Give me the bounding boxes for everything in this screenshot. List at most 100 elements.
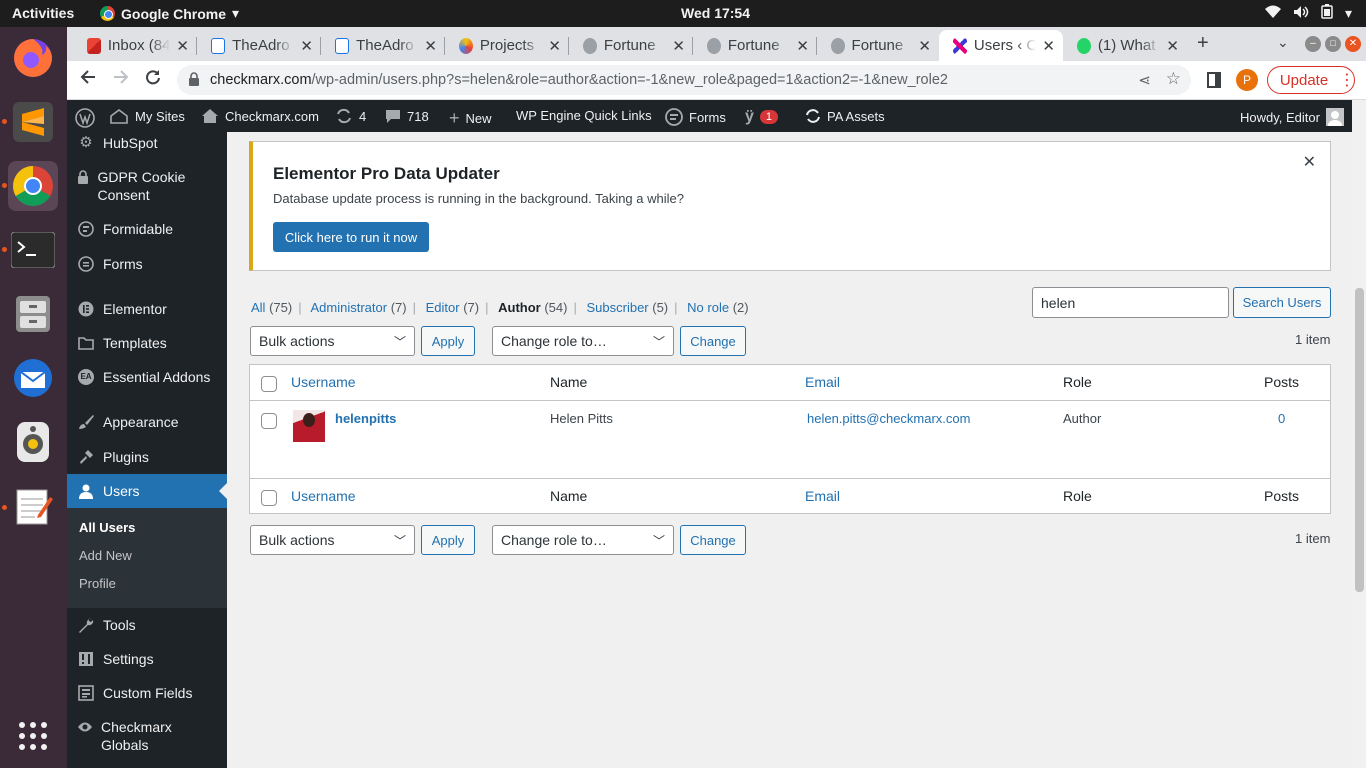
yoast-menu[interactable]: ÿ 1 [745,108,779,126]
view-administrator[interactable]: Administrator (7) [311,300,407,315]
close-icon[interactable]: ✕ [918,37,931,55]
forward-arrow-icon[interactable] [113,69,129,90]
column-username-footer[interactable]: Username [291,488,356,504]
close-icon[interactable]: ✕ [176,37,189,55]
search-users-button[interactable]: Search Users [1233,287,1331,318]
share-icon[interactable]: ⋖ [1134,71,1151,89]
rhythmbox-launcher[interactable] [8,417,58,467]
change-role-select-bottom[interactable]: Change role to… ﹀ [492,525,674,555]
minimize-icon[interactable]: – [1305,36,1321,52]
close-icon[interactable]: ✕ [548,37,561,55]
change-role-button[interactable]: Change [680,326,746,356]
search-users-input[interactable] [1032,287,1229,318]
tab-theadro-1[interactable]: TheAdro ✕ [197,30,321,61]
tab-whatsapp[interactable]: (1) What ✕ [1063,30,1187,61]
close-icon[interactable]: ✕ [1042,37,1055,55]
new-content-menu[interactable]: + New [449,108,492,129]
apply-button[interactable]: Apply [421,326,475,356]
close-icon[interactable]: ✕ [1166,37,1179,55]
bulk-actions-select-bottom[interactable]: Bulk actions ﹀ [250,525,415,555]
sidebar-item-appearance[interactable]: Appearance [67,413,227,431]
sidebar-item-templates[interactable]: Templates [67,334,227,352]
sidebar-item-formidable[interactable]: Formidable [67,220,227,238]
change-role-button-bottom[interactable]: Change [680,525,746,555]
sidebar-item-settings[interactable]: Settings [67,650,227,668]
select-all-checkbox-footer[interactable] [261,490,277,506]
sidebar-item-checkmarx-globals[interactable]: Checkmarx Globals [67,718,187,754]
view-editor[interactable]: Editor (7) [426,300,479,315]
submenu-profile[interactable]: Profile [79,576,116,591]
posts-count[interactable]: 0 [1278,411,1285,426]
system-tray[interactable]: ▾ [1264,4,1352,22]
email-link[interactable]: helen.pitts@checkmarx.com [807,411,970,426]
run-update-button[interactable]: Click here to run it now [273,222,429,252]
sidebar-item-users[interactable]: Users [67,474,227,508]
apply-button-bottom[interactable]: Apply [421,525,475,555]
pa-assets-menu[interactable]: PA Assets [805,108,885,124]
new-tab-button[interactable]: + [1197,32,1209,55]
thunderbird-launcher[interactable] [8,353,58,403]
bookmark-star-icon[interactable]: ☆ [1166,69,1181,89]
tab-fortune-2[interactable]: Fortune ✕ [693,30,817,61]
view-all[interactable]: All (75) [251,300,292,315]
site-name-menu[interactable]: Checkmarx.com [201,108,319,124]
view-subscriber[interactable]: Subscriber (5) [586,300,668,315]
close-icon[interactable]: ✕ [300,37,313,55]
submenu-add-new[interactable]: Add New [79,548,132,563]
address-bar[interactable]: checkmarx.com/wp-admin/users.php?s=helen… [177,65,1191,95]
column-email-footer[interactable]: Email [805,488,840,504]
reload-icon[interactable] [145,69,161,90]
sidebar-item-forms[interactable]: Forms [67,255,227,273]
bulk-actions-select[interactable]: Bulk actions ﹀ [250,326,415,356]
view-author[interactable]: Author (54) [498,300,567,315]
show-apps-button[interactable] [8,711,58,761]
close-icon[interactable]: ✕ [424,37,437,55]
view-no-role[interactable]: No role (2) [687,300,748,315]
sublime-launcher[interactable] [8,97,58,147]
sidebar-item-hubspot[interactable]: ⚙ HubSpot [67,134,227,152]
updates-menu[interactable]: 4 [335,108,366,124]
profile-avatar[interactable]: P [1236,69,1258,91]
tab-search-icon[interactable]: ⌄ [1277,34,1289,51]
tab-theadro-2[interactable]: TheAdro ✕ [321,30,445,61]
page-scrollbar[interactable] [1352,100,1366,768]
account-menu[interactable]: Howdy, Editor [1240,108,1344,126]
activities-button[interactable]: Activities [12,5,74,21]
chrome-launcher[interactable] [8,161,58,211]
close-icon[interactable]: ✕ [1303,152,1316,172]
close-icon[interactable]: ✕ [796,37,809,55]
more-menu-icon[interactable]: ⋮ [1339,70,1355,90]
lock-icon[interactable] [188,72,200,90]
sidebar-item-custom-fields[interactable]: Custom Fields [67,684,227,702]
terminal-launcher[interactable] [8,225,58,275]
side-panel-icon[interactable] [1207,72,1221,88]
sidebar-item-gdpr[interactable]: GDPR Cookie Consent [67,168,197,204]
select-all-checkbox[interactable] [261,376,277,392]
username-link[interactable]: helenpitts [335,411,396,426]
comments-menu[interactable]: 718 [385,108,429,124]
text-editor-launcher[interactable] [8,481,58,531]
sidebar-item-essential-addons[interactable]: EA Essential Addons [67,368,227,386]
sidebar-item-tools[interactable]: Tools [67,616,227,634]
window-close-icon[interactable]: ✕ [1345,36,1361,52]
close-icon[interactable]: ✕ [672,37,685,55]
tab-fortune-3[interactable]: Fortune ✕ [817,30,939,61]
forms-menu[interactable]: Forms [665,108,726,126]
wp-engine-menu[interactable]: WP Engine Quick Links [516,108,652,123]
firefox-launcher[interactable] [8,33,58,83]
column-username[interactable]: Username [291,374,356,390]
sidebar-item-elementor[interactable]: Elementor [67,300,227,318]
tab-gmail[interactable]: Inbox (84 ✕ [73,30,197,61]
row-checkbox[interactable] [261,413,277,429]
sidebar-item-plugins[interactable]: Plugins [67,448,227,466]
app-menu[interactable]: Google Chrome ▾ [100,5,239,22]
tab-projects[interactable]: Projects ✕ [445,30,569,61]
submenu-all-users[interactable]: All Users [79,520,135,535]
clock[interactable]: Wed 17:54 [681,5,750,21]
files-launcher[interactable] [8,289,58,339]
column-email[interactable]: Email [805,374,840,390]
tab-users-active[interactable]: Users ‹ C ✕ [939,30,1063,61]
tab-fortune-1[interactable]: Fortune ✕ [569,30,693,61]
change-role-select[interactable]: Change role to… ﹀ [492,326,674,356]
maximize-icon[interactable]: □ [1325,36,1341,52]
